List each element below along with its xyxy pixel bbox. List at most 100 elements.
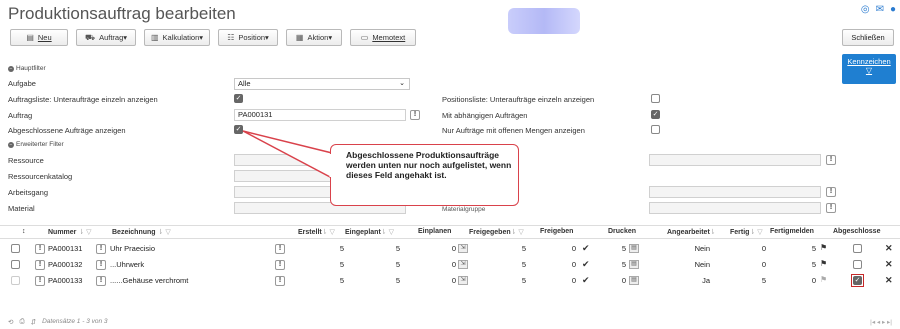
row-info-icon[interactable]: ! [96,276,106,286]
cell-nummer[interactable]: PA000131 [48,244,82,253]
col-drucken[interactable]: Drucken [608,228,636,235]
pager[interactable]: |◂ ◂ ▸ ▸| [870,318,892,326]
cell-einplanen[interactable]: 0 [430,244,456,253]
close-button[interactable]: Schließen [842,29,894,46]
help-icon[interactable]: ● [890,4,896,15]
col-abgeschlossen[interactable]: Abgeschlosse [833,228,880,235]
lookup-icon[interactable]: ! [826,187,836,197]
position-icon: ☷ [227,33,235,42]
release-check-icon[interactable]: ✔ [582,275,590,286]
row-info-icon[interactable]: ! [275,276,285,286]
col-eingeplant[interactable]: Eingeplant⇂ ▽ [345,228,394,236]
row-select-checkbox[interactable] [11,260,20,269]
auftrag-input[interactable]: PA000131 [234,109,406,121]
plan-icon[interactable]: ⇲ [458,260,468,269]
kennzeichen-button[interactable]: Kennzeichen ▽ [842,54,896,84]
col-fertig[interactable]: Fertig⇂ ▽ [730,228,763,236]
offene-checkbox[interactable] [651,125,660,134]
close-icon[interactable]: ✕ [885,243,893,254]
refresh-icon[interactable]: ⟲ [8,318,13,326]
table-row[interactable]: ! PA000132 ! ...Uhrwerk ! 5 5 0 ⇲ 5 0 ✔ … [0,258,900,271]
sort-icon[interactable]: ↕ [22,228,26,235]
cell-freigeben[interactable]: 0 [550,260,576,269]
col-fertigmelden[interactable]: Fertigmelden [770,228,814,235]
print-icon[interactable]: ▤ [629,276,639,285]
close-icon[interactable]: ✕ [885,275,893,286]
export-icon[interactable]: ⇵ [31,318,36,326]
cell-freigegeben: 5 [521,244,526,253]
plan-icon[interactable]: ⇲ [458,244,468,253]
abgeschlossen-checkbox[interactable]: ✓ [853,276,862,285]
cell-nummer[interactable]: PA000132 [48,260,82,269]
col-angearbeitet[interactable]: Angearbeitet⇂ [667,228,716,236]
cell-erstellt: 5 [339,244,344,253]
finish-flag-icon[interactable]: ⚑ [820,259,827,268]
abgeschlossen-checkbox[interactable] [853,244,862,253]
cell-drucken[interactable]: 5 [600,244,626,253]
col-bezeichnung[interactable]: Bezeichnung ⇂ ▽ [112,228,171,236]
cell-einplanen[interactable]: 0 [430,276,456,285]
lookup-icon[interactable]: ! [826,155,836,165]
row-info-icon[interactable]: ! [96,260,106,270]
col-freigeben[interactable]: Freigeben [540,228,573,235]
memotext-button[interactable]: ▭ Memotext [350,29,416,46]
aktion-button[interactable]: ▦ Aktion▾ [286,29,342,46]
lookup-icon[interactable]: ! [410,110,420,120]
auftragsliste-checkbox[interactable]: ✓ [234,94,243,103]
print-icon[interactable]: ▤ [629,260,639,269]
globe-icon[interactable]: ◎ [861,4,870,15]
abgeschlossen-checkbox[interactable] [853,260,862,269]
abgeschlossene-checkbox[interactable]: ✓ [234,125,243,134]
lookup-icon[interactable]: ! [826,203,836,213]
release-check-icon[interactable]: ✔ [582,243,590,254]
col-freigegeben[interactable]: Freigegeben⇂ ▽ [469,228,524,236]
position-button[interactable]: ☷ Position▾ [218,29,278,46]
cell-drucken[interactable]: 0 [600,276,626,285]
row-info-icon[interactable]: ! [275,260,285,270]
right-filter-input-1[interactable] [649,154,821,166]
cell-nummer[interactable]: PA000133 [48,276,82,285]
kalkulation-button[interactable]: ▥ Kalkulation▾ [144,29,210,46]
table-row[interactable]: ! PA000131 ! Uhr Praecisio ! 5 5 0 ⇲ 5 0… [0,242,900,255]
auftrag-button[interactable]: ⛟ Auftrag▾ [76,29,136,46]
car-icon: ⛟ [84,32,96,42]
release-check-icon[interactable]: ✔ [582,259,590,270]
erweitert-header[interactable]: − Erweiterter Filter [8,141,64,148]
cell-fertigmelden[interactable]: 5 [790,260,816,269]
mail-icon[interactable]: ✉ [876,4,884,15]
cell-fertigmelden[interactable]: 0 [790,276,816,285]
new-button[interactable]: ▤ Neu [10,29,68,46]
print-list-icon[interactable]: ⎙ [19,318,24,326]
positionsliste-checkbox[interactable] [651,94,660,103]
col-einplanen[interactable]: Einplanen [418,228,451,235]
row-info-icon[interactable]: ! [275,244,285,254]
cell-angearbeitet: Nein [694,244,710,253]
row-info-icon[interactable]: ! [35,244,45,254]
row-select-checkbox[interactable] [11,244,20,253]
aufgabe-select[interactable]: Alle ⌄ [234,78,410,90]
chevron-down-icon: ⌄ [399,80,405,87]
cell-drucken[interactable]: 5 [600,260,626,269]
table-row[interactable]: ! PA000133 ! ......Gehäuse verchromt ! 5… [0,274,900,287]
row-select-checkbox[interactable] [11,276,20,285]
print-icon[interactable]: ▤ [629,244,639,253]
col-nummer[interactable]: Nummer ⇂ ▽ [48,228,92,236]
col-erstellt[interactable]: Erstellt⇂ ▽ [298,228,335,236]
hauptfilter-header[interactable]: − Hauptfilter [8,65,46,72]
cell-freigeben[interactable]: 0 [550,244,576,253]
right-filter-input-2[interactable] [649,186,821,198]
finish-flag-icon[interactable]: ⚑ [820,243,827,252]
cell-fertigmelden[interactable]: 5 [790,244,816,253]
abhaengige-checkbox[interactable]: ✓ [651,110,660,119]
record-count: Datensätze 1 - 3 von 3 [42,318,108,325]
row-info-icon[interactable]: ! [96,244,106,254]
materialgruppe-input[interactable] [649,202,821,214]
cell-einplanen[interactable]: 0 [430,260,456,269]
memo-icon: ▭ [360,33,369,42]
row-info-icon[interactable]: ! [35,276,45,286]
finish-flag-icon[interactable]: ⚑ [820,275,827,284]
row-info-icon[interactable]: ! [35,260,45,270]
plan-icon[interactable]: ⇲ [458,276,468,285]
close-icon[interactable]: ✕ [885,259,893,270]
cell-freigeben[interactable]: 0 [550,276,576,285]
